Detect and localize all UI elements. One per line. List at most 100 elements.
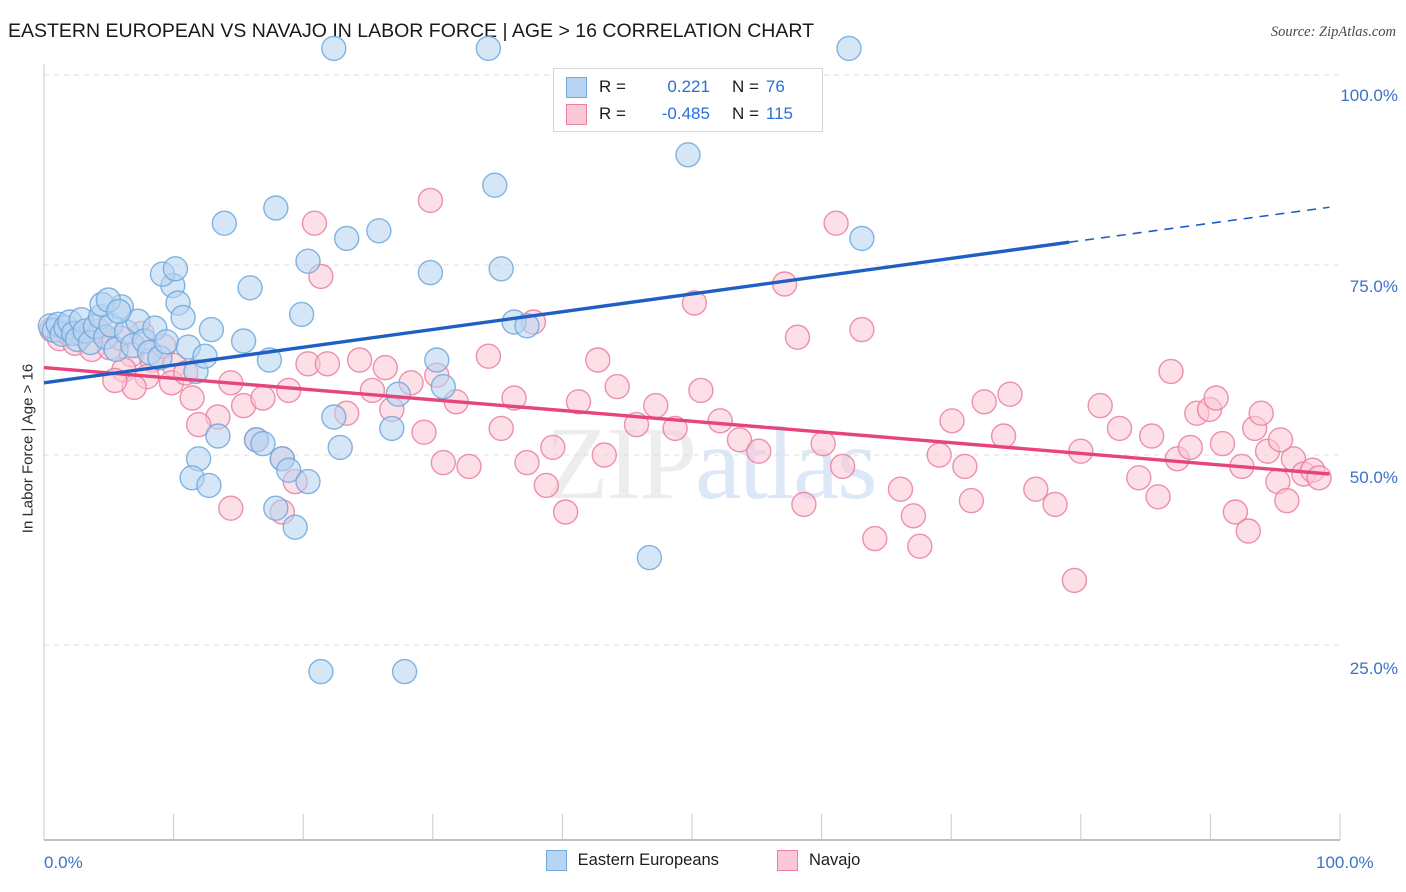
scatter-point: [952, 453, 978, 480]
scatter-point: [707, 408, 733, 434]
scatter-point: [205, 423, 231, 449]
legend-label-navajo: Navajo: [808, 851, 861, 869]
scatter-point: [430, 373, 456, 400]
scatter-point: [939, 408, 965, 434]
legend-row-navajo: R = -0.485 N = 115: [566, 101, 793, 127]
legend-item-eastern-europeans[interactable]: Eastern Europeans: [545, 850, 719, 871]
scatter-point: [836, 35, 862, 62]
scatter-point: [862, 525, 888, 552]
series-legend: Eastern Europeans Navajo: [0, 850, 1406, 871]
scatter-point: [907, 533, 933, 559]
legend-label-eastern-europeans: Eastern Europeans: [577, 851, 719, 869]
legend-swatch-pink: [566, 103, 587, 125]
scatter-point: [1209, 430, 1236, 457]
scatter-point: [1042, 491, 1068, 518]
scatter-point: [308, 658, 334, 685]
scatter-point: [250, 385, 276, 411]
scatter-point: [456, 453, 482, 480]
scatter-point: [1023, 476, 1049, 502]
scatter-point: [688, 377, 714, 404]
trendline-eastern-europeans-projected: [1069, 206, 1330, 243]
scatter-point: [746, 438, 772, 464]
scatter-point: [295, 248, 321, 274]
legend-n-label-1: N =: [731, 77, 759, 96]
scatter-point: [1126, 465, 1152, 491]
scatter-point: [250, 430, 276, 457]
legend-n-label-2: N =: [731, 104, 759, 123]
scatter-point: [643, 392, 669, 419]
trendline-navajo: [43, 365, 1330, 476]
scatter-point: [1274, 487, 1300, 514]
scatter-point: [1306, 465, 1332, 491]
legend-item-navajo[interactable]: Navajo: [776, 850, 861, 871]
scatter-point: [237, 275, 263, 301]
scatter-point: [301, 210, 328, 236]
scatter-point: [424, 347, 450, 373]
y-tick-75: 75.0%: [1349, 277, 1398, 296]
scatter-point: [288, 301, 315, 328]
scatter-point: [514, 449, 540, 476]
scatter-point: [810, 430, 836, 457]
scatter-point: [482, 172, 508, 198]
scatter-point: [784, 324, 811, 350]
correlation-legend: R = 0.221 N = 76 R = -0.485 N = 115: [553, 68, 823, 132]
plot-area: [37, 35, 1341, 841]
scatter-point: [327, 434, 353, 461]
scatter-point: [585, 347, 611, 373]
scatter-point: [346, 347, 373, 373]
scatter-point: [475, 35, 502, 62]
scatter-point: [170, 304, 196, 331]
scatter-point: [430, 449, 456, 476]
scatter-point: [1203, 385, 1229, 411]
scatter-point: [417, 259, 444, 286]
scatter-point: [849, 316, 875, 343]
scatter-point: [196, 472, 222, 499]
scatter-point: [334, 225, 360, 252]
y-tick-25: 25.0%: [1349, 659, 1398, 678]
scatter-point: [604, 373, 630, 400]
scatter-point: [926, 442, 952, 468]
scatter-point: [997, 381, 1023, 407]
scatter-point: [211, 210, 238, 236]
scatter-points-eastern-europeans: [37, 35, 875, 685]
scatter-point: [1267, 427, 1294, 453]
legend-color-pink-icon: [776, 850, 798, 871]
scatter-point: [198, 316, 225, 343]
legend-r-label-2: R =: [599, 104, 626, 123]
y-tick-50: 50.0%: [1349, 468, 1398, 487]
scatter-point: [105, 298, 132, 325]
legend-n-value-1: 76: [765, 77, 785, 96]
scatter-point: [488, 415, 514, 442]
scatter-point: [675, 142, 701, 168]
scatter-point: [411, 419, 437, 445]
scatter-point: [540, 434, 566, 461]
scatter-points-navajo: [39, 187, 1332, 594]
scatter-point: [218, 495, 244, 521]
scatter-point: [359, 377, 386, 404]
legend-r-label-1: R =: [599, 77, 626, 96]
scatter-point: [417, 187, 444, 214]
scatter-point: [791, 491, 817, 518]
scatter-point: [314, 351, 341, 377]
scatter-point: [552, 499, 579, 525]
scatter-point: [900, 503, 927, 529]
scatter-point: [192, 343, 218, 369]
scatter-point: [372, 354, 398, 381]
legend-r-value-1: 0.221: [667, 77, 710, 96]
scatter-point: [321, 35, 347, 62]
scatter-point: [366, 218, 392, 244]
scatter-point: [1087, 392, 1113, 419]
x-axis-ticks: [43, 814, 1341, 840]
axis-lines: [43, 64, 1340, 841]
scatter-point: [1145, 484, 1171, 510]
scatter-point: [1248, 400, 1274, 426]
scatter-point: [282, 514, 308, 540]
scatter-point: [829, 453, 856, 480]
y-tick-100: 100.0%: [1340, 86, 1398, 105]
scatter-point: [533, 472, 559, 499]
scatter-point: [1177, 434, 1204, 461]
scatter-point: [276, 377, 302, 404]
scatter-point: [636, 544, 663, 571]
scatter-point: [263, 495, 289, 521]
scatter-point: [990, 423, 1017, 449]
